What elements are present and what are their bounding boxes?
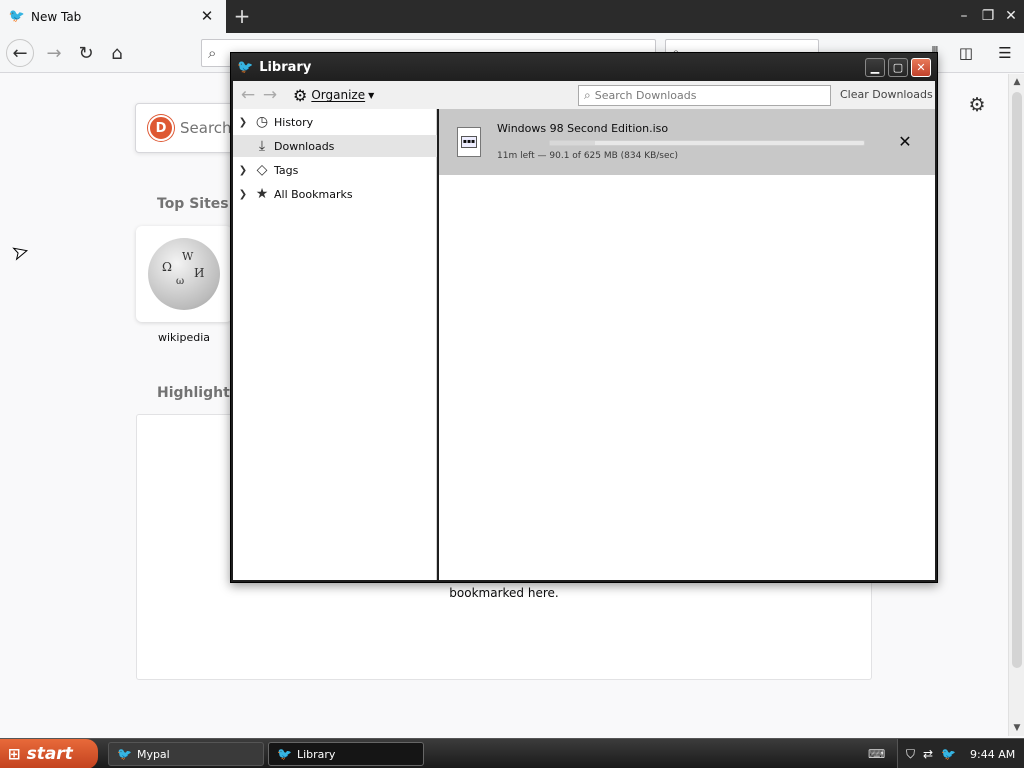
download-arrow-icon: ⤓ (258, 138, 266, 154)
restore-button[interactable]: ❐ (977, 4, 999, 28)
gear-icon: ⚙ (293, 85, 308, 105)
tree-item-label: All Bookmarks (274, 187, 353, 201)
close-tab-icon[interactable]: ✕ (198, 7, 216, 25)
clock-icon: ◷ (255, 114, 269, 130)
page-search-placeholder: Search (180, 119, 232, 137)
expand-arrow-icon[interactable]: ❯ (233, 165, 253, 176)
tab-new-tab[interactable]: 🐦 New Tab ✕ (0, 0, 226, 33)
start-label: start (26, 744, 73, 764)
download-filename: Windows 98 Second Edition.iso (497, 122, 669, 135)
tab-bar: 🐦 New Tab ✕ + – ❐ ✕ (0, 0, 1024, 33)
app-tray-icon[interactable]: 🐦 (941, 747, 956, 761)
minimize-button[interactable]: – (953, 4, 975, 28)
search-downloads-field[interactable]: ⌕ (578, 85, 831, 106)
taskbar-item-mypal[interactable]: 🐦 Mypal (108, 742, 264, 766)
tree-item-history[interactable]: ❯ ◷ History (233, 111, 437, 133)
close-window-button[interactable]: ✕ (1000, 4, 1022, 28)
system-tray: ⛉ ⇄ 🐦 9:44 AM (897, 739, 1024, 768)
mypal-logo-icon: 🐦 (117, 747, 132, 761)
top-site-tile-wikipedia[interactable]: Ω W И ω (136, 226, 232, 322)
expand-arrow-icon[interactable]: ❯ (233, 189, 253, 200)
taskbar-item-label: Library (296, 747, 336, 761)
highlights-empty-message: bookmarked here. (449, 586, 559, 600)
back-button[interactable]: ← (6, 39, 34, 67)
menu-hamburger-icon[interactable]: ☰ (994, 42, 1016, 64)
clear-downloads-button[interactable]: Clear Downloads (840, 88, 933, 101)
windows-flag-icon: ⊞ (8, 745, 21, 763)
wikipedia-globe-icon: Ω W И ω (148, 238, 220, 310)
tree-item-tags[interactable]: ❯ ◇ Tags (233, 159, 437, 181)
reload-button[interactable]: ↻ (72, 39, 100, 67)
clock: 9:44 AM (970, 747, 1016, 761)
library-minimize-button[interactable]: ▁ (865, 58, 885, 77)
back-arrow-icon: ← (12, 42, 28, 64)
network-icon[interactable]: ⇄ (923, 747, 933, 761)
taskbar-item-library[interactable]: 🐦 Library (268, 742, 424, 766)
scroll-down-icon[interactable]: ▼ (1009, 720, 1024, 736)
library-window: 🐦 Library ▁ ▢ ✕ ← → ⚙ Organize ▼ ⌕ Clear… (230, 52, 938, 583)
security-shield-icon[interactable]: ⛉ (906, 747, 915, 762)
library-title: Library (259, 59, 312, 75)
cancel-download-icon[interactable]: ✕ (895, 131, 915, 151)
new-tab-button[interactable]: + (230, 4, 254, 28)
scroll-up-icon[interactable]: ▲ (1009, 74, 1024, 90)
library-maximize-button[interactable]: ▢ (888, 58, 908, 77)
chevron-down-icon: ▼ (368, 90, 375, 100)
iso-file-icon: ▪▪▪ (457, 127, 481, 157)
organize-menu-button[interactable]: ⚙ Organize ▼ (293, 86, 374, 105)
star-icon: ★ (255, 186, 269, 202)
start-button[interactable]: ⊞ start (0, 739, 98, 768)
forward-arrow-icon: → (46, 42, 62, 64)
library-title-bar[interactable]: 🐦 Library ▁ ▢ ✕ (231, 53, 937, 81)
library-back-arrow-icon[interactable]: ← (237, 84, 259, 106)
download-progress-bar (549, 140, 865, 146)
download-status: 11m left — 90.1 of 625 MB (834 KB/sec) (497, 151, 678, 161)
expand-arrow-icon[interactable]: ❯ (233, 117, 253, 128)
tree-item-downloads[interactable]: ⤓ Downloads (233, 135, 437, 157)
top-site-label[interactable]: wikipedia (136, 331, 232, 344)
windows-taskbar: ⊞ start 🐦 Mypal 🐦 Library ⌨ ⛉ ⇄ 🐦 9:44 A… (0, 738, 1024, 768)
highlights-title: Highlights (157, 385, 239, 401)
mouse-cursor-icon: ➤ (10, 240, 31, 265)
tab-title: New Tab (31, 9, 82, 24)
scroll-thumb[interactable] (1012, 92, 1022, 668)
duckduckgo-logo-icon: D (148, 115, 174, 141)
top-sites-title: Top Sites (157, 196, 229, 212)
mypal-logo-icon: 🐦 (237, 59, 254, 75)
download-item[interactable]: ▪▪▪ Windows 98 Second Edition.iso 11m le… (439, 109, 935, 175)
reload-icon: ↻ (78, 42, 94, 64)
download-progress-fill (550, 141, 596, 145)
library-forward-arrow-icon[interactable]: → (259, 84, 281, 106)
tag-icon: ◇ (256, 162, 268, 178)
forward-button[interactable]: → (40, 39, 68, 67)
search-icon: ⌕ (584, 88, 591, 102)
keyboard-layout-icon[interactable]: ⌨ (868, 747, 885, 761)
page-settings-gear-icon[interactable]: ⚙ (966, 94, 988, 116)
page-scrollbar[interactable]: ▲ ▼ (1008, 74, 1024, 736)
taskbar-item-label: Mypal (136, 747, 170, 761)
home-icon: ⌂ (111, 42, 123, 64)
tree-item-all-bookmarks[interactable]: ❯ ★ All Bookmarks (233, 183, 437, 205)
library-close-button[interactable]: ✕ (911, 58, 931, 77)
search-icon: ⌕ (208, 44, 217, 62)
mypal-logo-icon: 🐦 (8, 9, 26, 24)
organize-label: Organize (311, 88, 366, 102)
sidebar-icon[interactable]: ◫ (955, 42, 977, 64)
search-downloads-input[interactable] (594, 89, 815, 102)
downloads-list: ▪▪▪ Windows 98 Second Edition.iso 11m le… (439, 109, 935, 580)
library-tree: ❯ ◷ History ⤓ Downloads ❯ ◇ Tags ❯ ★ All… (233, 109, 437, 580)
home-button[interactable]: ⌂ (103, 39, 131, 67)
library-toolbar: ← → ⚙ Organize ▼ ⌕ Clear Downloads (233, 81, 935, 109)
mypal-logo-icon: 🐦 (277, 747, 292, 761)
tree-item-label: History (274, 115, 314, 129)
tree-item-label: Downloads (274, 139, 335, 153)
tree-item-label: Tags (274, 163, 299, 177)
